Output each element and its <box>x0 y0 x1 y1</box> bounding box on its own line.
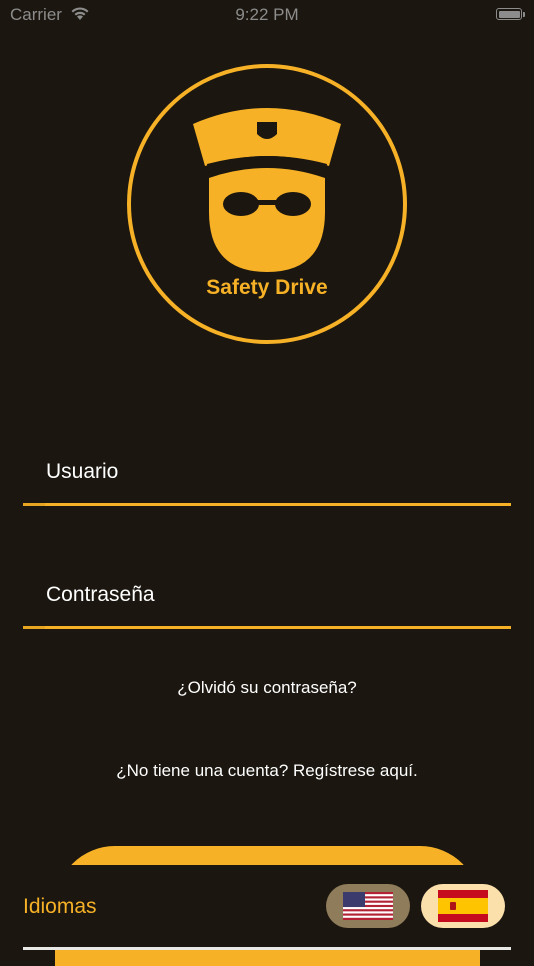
password-underline <box>23 626 511 629</box>
us-flag-icon <box>343 892 393 920</box>
battery-icon <box>496 8 525 20</box>
spain-flag-icon <box>438 890 488 922</box>
password-field[interactable]: Contraseña <box>23 569 511 629</box>
clock: 9:22 PM <box>235 5 299 24</box>
language-spanish-button[interactable] <box>421 884 505 928</box>
username-label: Usuario <box>46 460 119 483</box>
police-officer-icon <box>193 108 341 272</box>
password-underline-notch <box>23 626 45 629</box>
forgot-password-link[interactable]: ¿Olvidó su contraseña? <box>0 678 534 698</box>
app-logo: Safety Drive <box>125 62 409 346</box>
languages-label: Idiomas <box>23 895 97 918</box>
register-link[interactable]: ¿No tiene una cuenta? Regístrese aquí. <box>0 761 534 781</box>
username-field[interactable]: Usuario <box>23 446 511 506</box>
username-underline <box>23 503 511 506</box>
password-label: Contraseña <box>46 583 155 606</box>
status-bar: Carrier 9:22 PM <box>0 0 534 30</box>
username-underline-notch <box>23 503 45 506</box>
logo-text: Safety Drive <box>206 276 327 299</box>
language-english-button[interactable] <box>326 884 410 928</box>
